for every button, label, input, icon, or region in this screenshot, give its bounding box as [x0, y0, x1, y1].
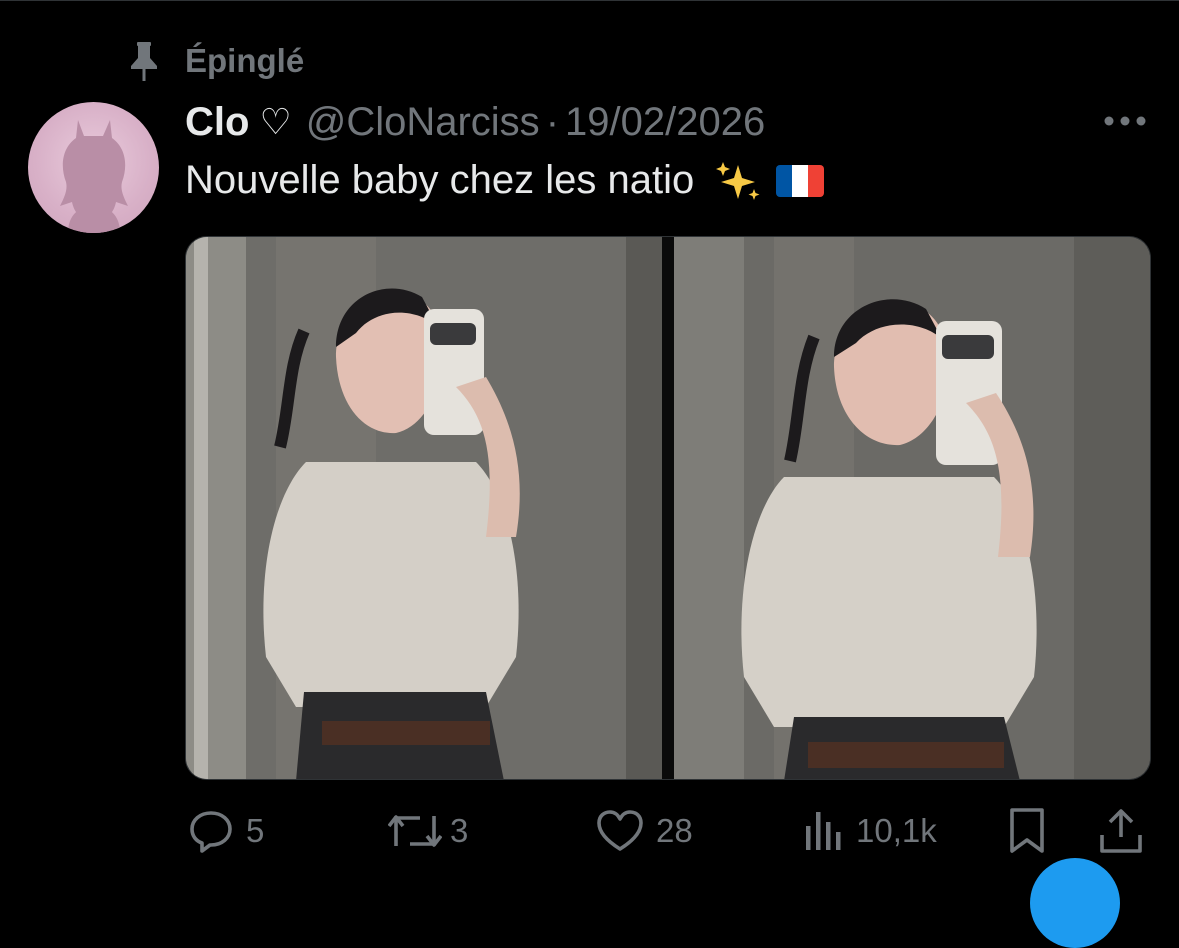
mirror-selfie-photo-2[interactable]: [674, 237, 1150, 779]
views-button[interactable]: 10,1k: [802, 800, 937, 862]
more-icon: [1104, 116, 1146, 126]
photo-1-image: [186, 237, 662, 779]
mirror-selfie-photo-1[interactable]: [186, 237, 662, 779]
pin-icon: [131, 42, 157, 81]
retweet-count: 3: [450, 812, 469, 849]
more-options-button[interactable]: [1103, 112, 1147, 135]
author-handle[interactable]: @CloNarciss: [306, 100, 540, 145]
pinned-indicator: Épinglé: [126, 40, 304, 82]
reply-count: 5: [246, 812, 265, 849]
reply-icon: [190, 811, 232, 853]
photo-2-image: [674, 237, 1150, 779]
author-name-heart: ♡: [259, 101, 292, 142]
tweet-header: Clo ♡ @CloNarciss · 19/02/2026: [185, 96, 765, 148]
retweet-button[interactable]: 3: [388, 800, 468, 862]
bookmark-button[interactable]: [1008, 800, 1046, 862]
views-count: 10,1k: [856, 812, 937, 849]
avatar-silhouette: [60, 120, 128, 233]
tweet-date[interactable]: 19/02/2026: [565, 100, 765, 145]
author-name[interactable]: Clo: [185, 100, 249, 145]
top-divider: [0, 0, 1179, 1]
like-button[interactable]: 28: [596, 800, 693, 862]
avatar[interactable]: [28, 102, 159, 233]
reply-button[interactable]: 5: [188, 800, 264, 862]
bookmark-icon: [1010, 808, 1044, 853]
compose-fab-button[interactable]: [1030, 858, 1120, 948]
like-count: 28: [656, 812, 693, 849]
analytics-icon: [806, 812, 841, 850]
sparkles-icon: [716, 161, 760, 200]
tweet-actions: 5 3 28 10,1k: [0, 800, 1179, 862]
pinned-label: Épinglé: [185, 42, 305, 79]
share-button[interactable]: [1098, 800, 1144, 862]
tweet-text: Nouvelle baby chez les natio: [185, 158, 825, 203]
heart-icon: [597, 810, 643, 851]
header-separator: ·: [545, 99, 560, 144]
tweet-media[interactable]: [185, 236, 1151, 780]
share-icon: [1100, 809, 1142, 853]
retweet-icon: [388, 815, 442, 847]
france-flag-icon: [776, 164, 825, 197]
tweet-text-content: Nouvelle baby chez les natio: [185, 158, 695, 202]
photo-divider: [662, 237, 674, 779]
